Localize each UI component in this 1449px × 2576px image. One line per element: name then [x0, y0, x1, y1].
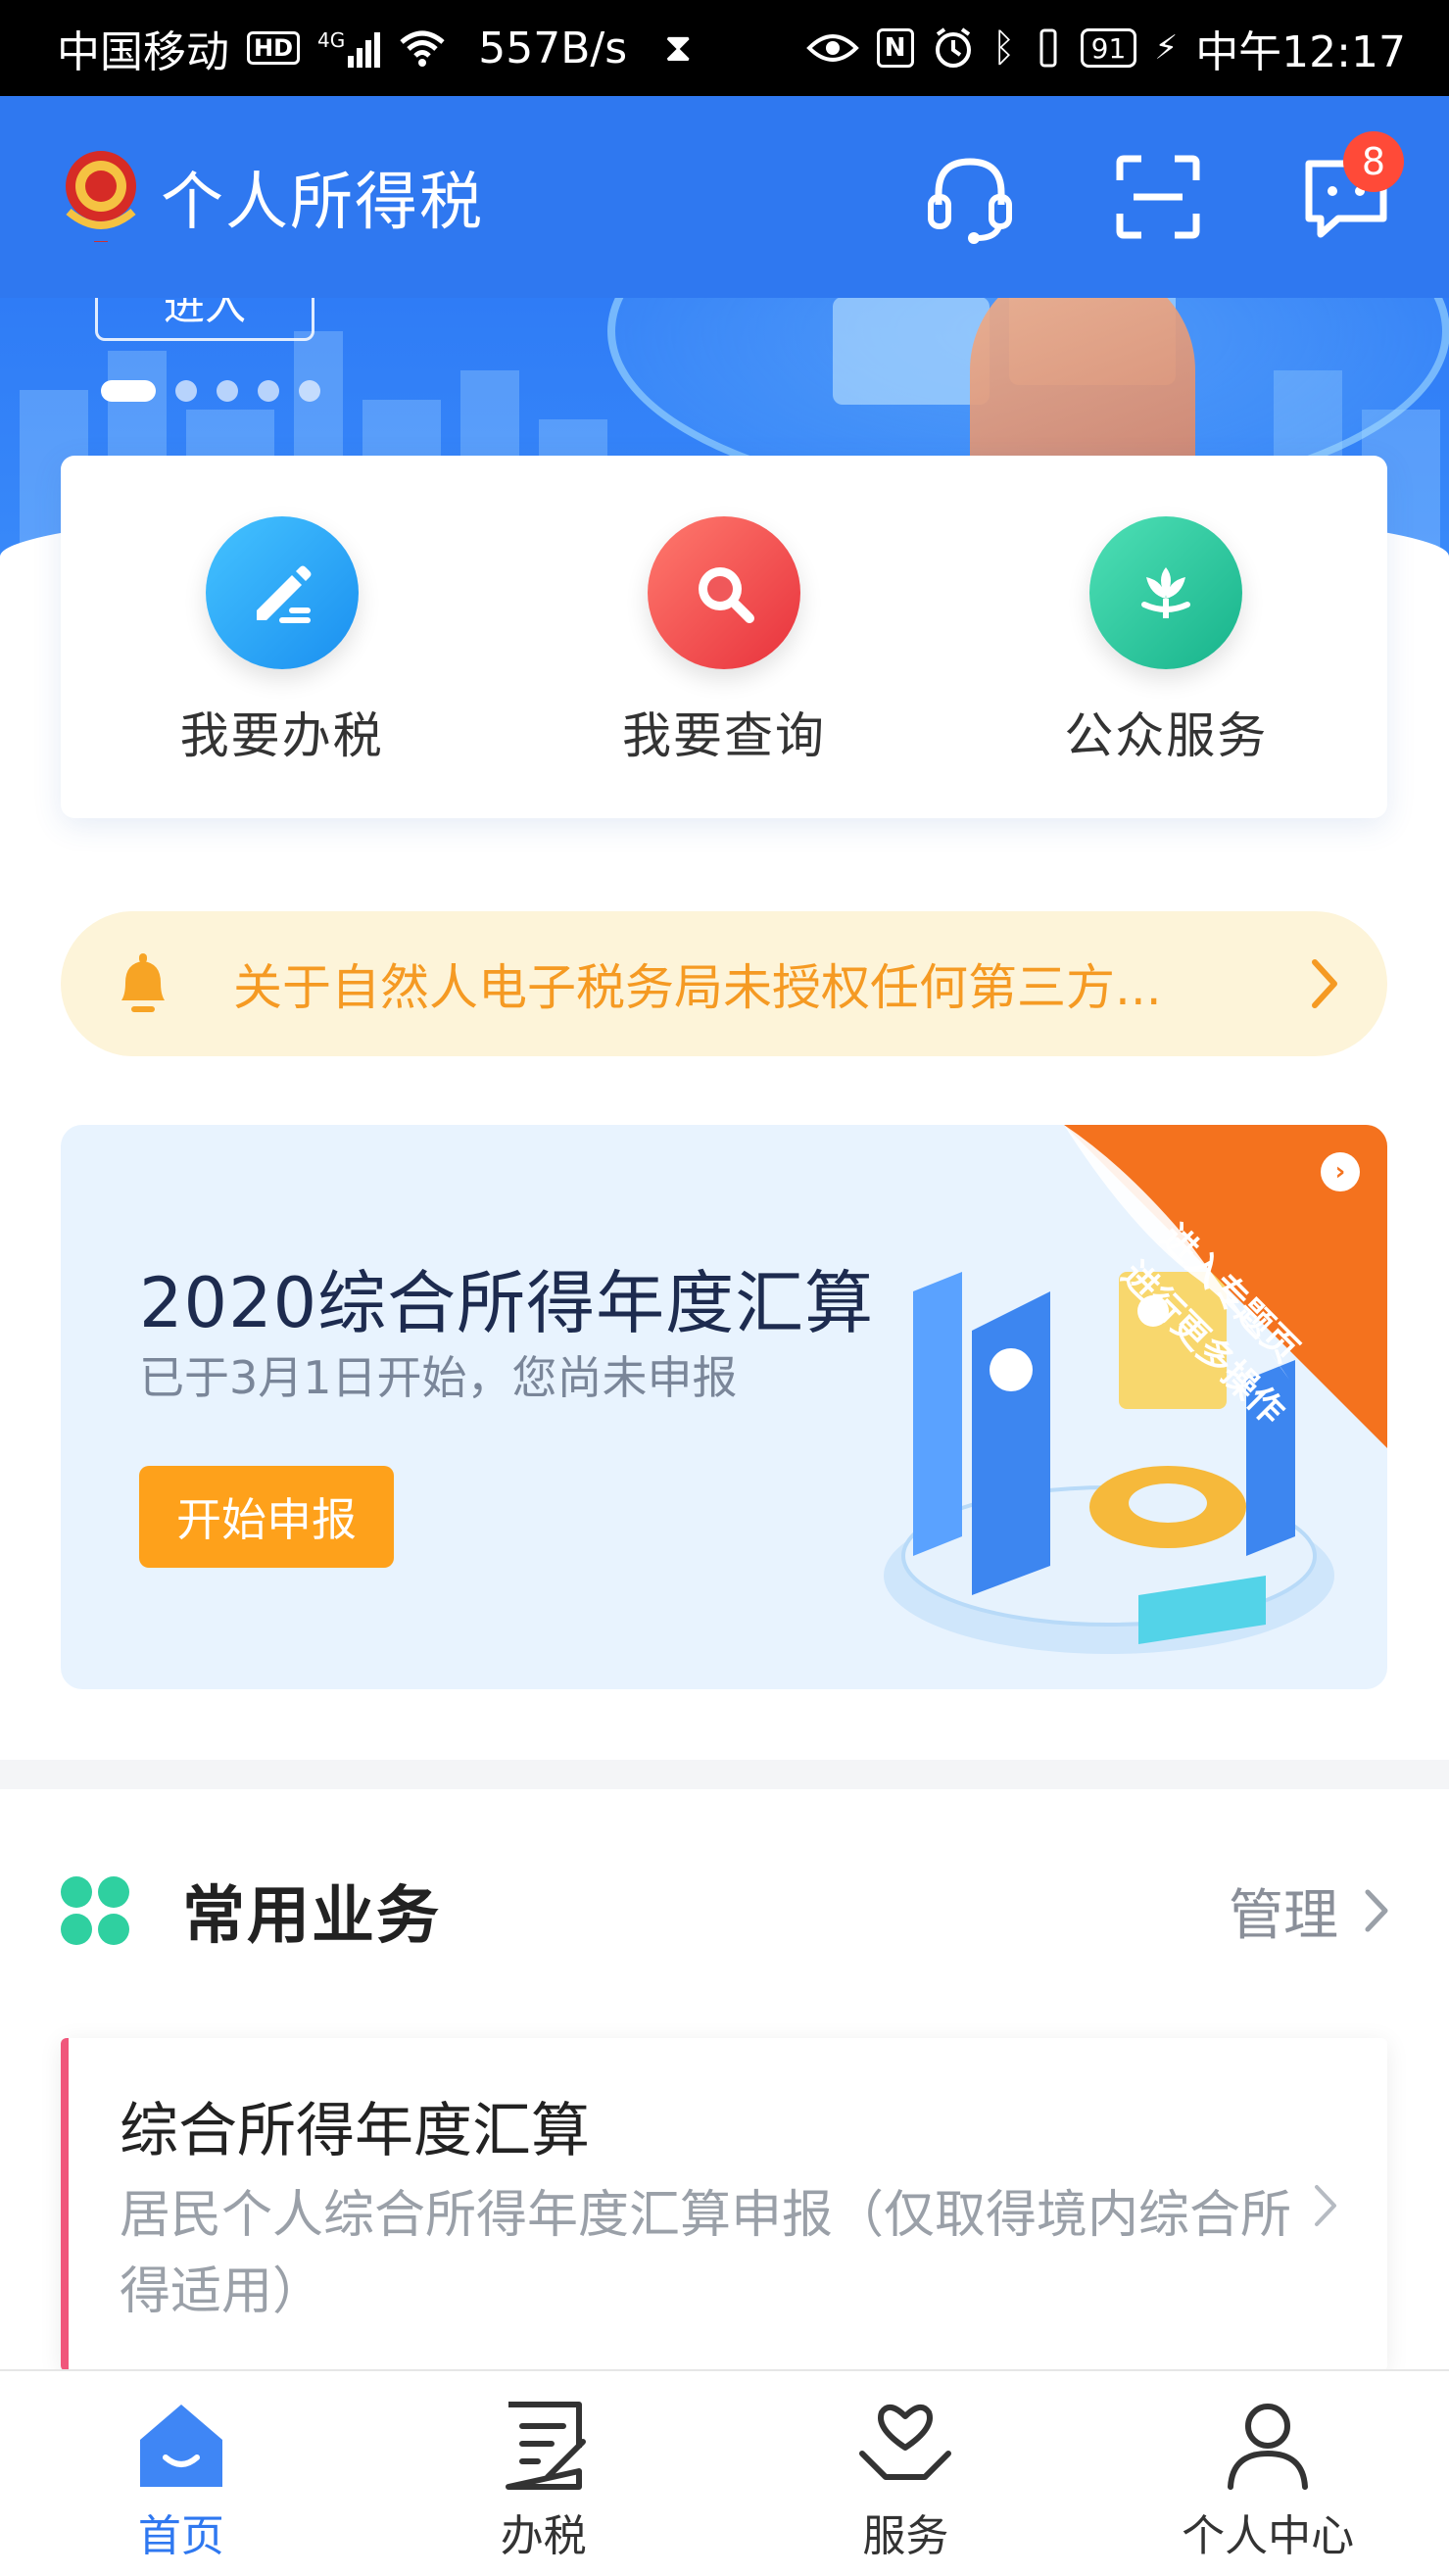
hd-icon: HD: [247, 31, 301, 65]
banner-dot[interactable]: [299, 380, 320, 402]
search-icon: [698, 567, 754, 623]
message-badge: 8: [1343, 131, 1404, 192]
document-edit-icon: [505, 2402, 586, 2490]
nav-label: 首页: [137, 2511, 224, 2561]
common-business-header: 常用业务 管理: [59, 1862, 1391, 1960]
section-divider: [0, 1760, 1449, 1789]
wifi-icon: [400, 30, 445, 67]
banner-dot[interactable]: [258, 380, 279, 402]
promo-title: 2020综合所得年度汇算: [139, 1263, 875, 1343]
notice-bar[interactable]: 关于自然人电子税务局未授权任何第三方...: [61, 911, 1387, 1056]
banner-dot[interactable]: [175, 380, 197, 402]
eye-icon: [805, 34, 859, 62]
annual-settlement-card[interactable]: 2020综合所得年度汇算 已于3月1日开始，您尚未申报 开始申报 进入专题页 进…: [61, 1125, 1387, 1689]
chevron-right-icon: [1315, 2185, 1336, 2226]
heart-hand-icon: [859, 2404, 952, 2480]
app-header: — 个人所得税 8: [0, 96, 1449, 298]
app-title: 个人所得税: [161, 167, 484, 239]
nav-service[interactable]: 服务: [725, 2371, 1087, 2576]
scan-button[interactable]: [1104, 143, 1212, 251]
quick-action-label: 公众服务: [1064, 707, 1269, 764]
svg-text:—: —: [94, 232, 108, 248]
person-icon: [1228, 2404, 1309, 2490]
manage-button[interactable]: 管理: [1229, 1871, 1391, 1951]
signal-icon: 4G: [317, 28, 381, 68]
topic-page-corner-link[interactable]: 进入专题页 进行更多操作 ›: [1064, 1125, 1387, 1448]
scan-icon: [1116, 155, 1200, 239]
home-icon: [139, 2405, 222, 2487]
messages-button[interactable]: 8: [1292, 131, 1404, 251]
quick-action-query[interactable]: 我要查询: [577, 516, 871, 818]
banner-dot[interactable]: [217, 380, 238, 402]
vibrate-icon: [1039, 28, 1057, 68]
nfc-icon: N: [876, 28, 914, 68]
corner-arrow-icon: ›: [1321, 1152, 1360, 1191]
qa-icon-wrap: [205, 516, 359, 669]
headset-icon: [928, 158, 1012, 244]
alarm-icon: [935, 27, 971, 68]
tax-emblem-logo: —: [57, 143, 145, 251]
clover-icon: [59, 1874, 131, 1947]
carrier-label: 中国移动: [57, 27, 229, 77]
common-business-title: 常用业务: [182, 1880, 441, 1953]
business-item-card[interactable]: 综合所得年度汇算 居民个人综合所得年度汇算申报（仅取得境内综合所得适用）: [61, 2038, 1387, 2371]
banner-pagination: [101, 380, 320, 402]
quick-action-public-service[interactable]: 公众服务: [1019, 516, 1313, 818]
nav-home[interactable]: 首页: [0, 2371, 362, 2576]
notice-text: 关于自然人电子税务局未授权任何第三方...: [233, 959, 1162, 1016]
clock: 中午12:17: [1195, 27, 1406, 77]
flower-icon: [1141, 567, 1191, 618]
business-item-title: 综合所得年度汇算: [120, 2097, 590, 2165]
battery-icon: 91: [1080, 28, 1137, 68]
banner-dot[interactable]: [101, 380, 156, 402]
quick-actions-card: 我要办税 我要查询 公众服务: [61, 456, 1387, 818]
quick-action-label: 我要查询: [621, 707, 826, 764]
id-card-illustration: [833, 297, 990, 405]
charging-icon: ⚡: [1154, 28, 1179, 68]
nav-tax[interactable]: 办税: [362, 2371, 725, 2576]
chevron-right-icon: [1365, 1889, 1388, 1932]
start-filing-button[interactable]: 开始申报: [139, 1466, 394, 1568]
network-type-label: 4G: [317, 28, 346, 52]
bluetooth-icon: ᛒ: [991, 25, 1016, 71]
promo-subtitle: 已于3月1日开始，您尚未申报: [139, 1351, 738, 1404]
battery-level: 91: [1090, 31, 1127, 65]
status-bar: 中国移动 HD 4G 557B/s ⧗ N ᛒ 91 ⚡ 中午12:17: [0, 0, 1449, 96]
hourglass-icon: ⧗: [664, 25, 693, 71]
manage-label: 管理: [1229, 1883, 1338, 1948]
nav-label: 个人中心: [1182, 2511, 1355, 2561]
quick-action-tax-filing[interactable]: 我要办税: [135, 516, 429, 818]
chevron-right-icon: [1312, 959, 1337, 1008]
nav-personal-center[interactable]: 个人中心: [1087, 2371, 1449, 2576]
bell-icon: [121, 953, 165, 1012]
customer-service-button[interactable]: [916, 143, 1024, 251]
business-item-desc: 居民个人综合所得年度汇算申报（仅取得境内综合所得适用）: [120, 2186, 1292, 2321]
network-speed: 557B/s: [478, 23, 628, 73]
bottom-navigation: 首页 办税 服务 个人中心: [0, 2369, 1449, 2576]
edit-icon: [256, 565, 312, 623]
nav-label: 服务: [862, 2511, 949, 2561]
qa-icon-wrap: [647, 516, 800, 669]
quick-action-label: 我要办税: [179, 707, 384, 764]
nav-label: 办税: [500, 2511, 587, 2561]
qa-icon-wrap: [1089, 516, 1243, 669]
